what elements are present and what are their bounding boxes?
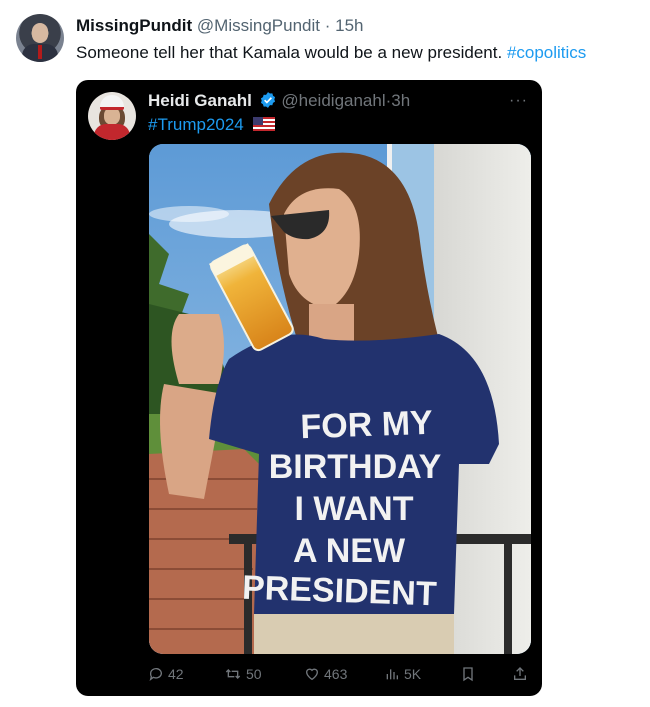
avatar-hat <box>100 95 124 110</box>
repost-icon <box>225 669 241 679</box>
like-icon <box>305 668 319 681</box>
verified-badge-icon <box>259 91 277 115</box>
quoted-timestamp[interactable]: 3h <box>391 91 410 110</box>
hashtag-copolitics[interactable]: #copolitics <box>507 43 586 62</box>
repost-button[interactable]: 50 <box>224 666 262 682</box>
outer-tweet-header: MissingPundit @MissingPundit · 15h <box>76 16 363 36</box>
us-flag-icon <box>252 115 275 137</box>
outer-timestamp[interactable]: 15h <box>335 16 363 35</box>
outer-avatar[interactable] <box>16 14 64 62</box>
outer-tweet-text: Someone tell her that Kamala would be a … <box>76 42 586 64</box>
like-button[interactable]: 463 <box>304 666 347 682</box>
quoted-avatar[interactable] <box>88 92 136 140</box>
repost-count: 50 <box>246 666 262 682</box>
shirt-line-5: PRESIDENT <box>241 569 437 614</box>
outer-display-name[interactable]: MissingPundit <box>76 16 192 35</box>
views-icon <box>386 669 398 680</box>
tweet-photo[interactable]: FOR MY BIRTHDAY I WANT A NEW PRESIDENT <box>149 144 531 654</box>
shirt-line-1: FOR MY <box>300 404 434 447</box>
avatar-face <box>32 23 48 43</box>
shirt-line-2: BIRTHDAY <box>269 448 442 486</box>
share-icon <box>514 667 526 680</box>
share-button[interactable] <box>512 666 528 682</box>
hashtag-trump2024[interactable]: #Trump2024 <box>148 115 244 134</box>
quoted-header: Heidi Ganahl @heidiganahl·3h <box>148 90 410 115</box>
quoted-display-name[interactable]: Heidi Ganahl <box>148 91 252 110</box>
views-button[interactable]: 5K <box>384 666 421 682</box>
quoted-tweet-text: #Trump2024 <box>148 114 275 137</box>
bookmark-button[interactable] <box>460 666 476 682</box>
reply-count: 42 <box>168 666 184 682</box>
bookmark-icon <box>463 667 473 682</box>
more-icon[interactable]: ··· <box>509 92 528 110</box>
reply-icon <box>149 668 162 681</box>
quoted-tweet-card[interactable]: Heidi Ganahl @heidiganahl·3h #Trump2024 … <box>76 80 542 696</box>
reply-button[interactable]: 42 <box>148 666 184 682</box>
tweet-actions: 42 50 463 5K <box>148 664 530 686</box>
views-count: 5K <box>404 666 422 682</box>
outer-tweet-body: Someone tell her that Kamala would be a … <box>76 43 507 62</box>
avatar-body <box>94 124 130 140</box>
avatar-tie <box>38 45 42 59</box>
outer-handle[interactable]: @MissingPundit <box>197 16 320 35</box>
shirt-line-4: A NEW <box>293 532 406 570</box>
quoted-handle[interactable]: @heidiganahl <box>281 91 385 110</box>
shirt-line-3: I WANT <box>295 490 414 528</box>
outer-separator: · <box>320 16 336 35</box>
like-count: 463 <box>324 666 348 682</box>
